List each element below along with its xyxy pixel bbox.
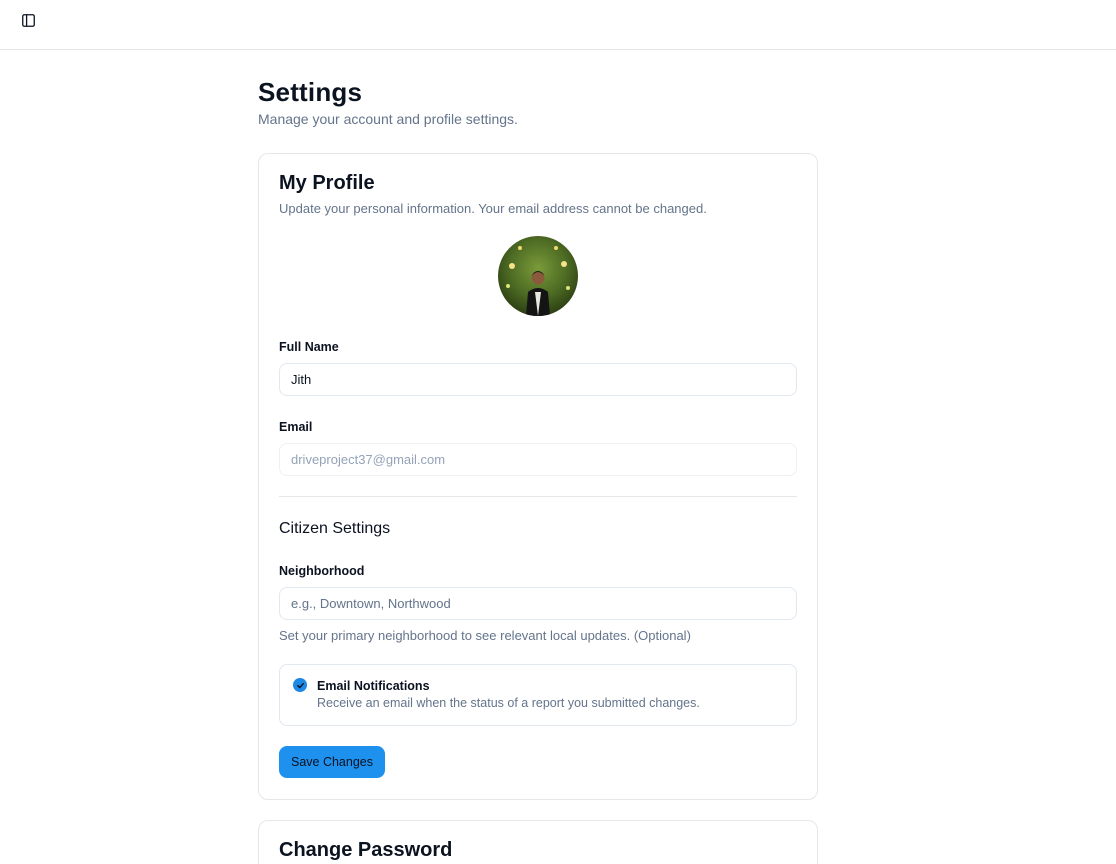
email-notifications-title: Email Notifications	[317, 679, 430, 693]
page-header: Settings Manage your account and profile…	[258, 76, 818, 128]
top-bar	[0, 0, 1116, 50]
neighborhood-input[interactable]	[279, 587, 797, 620]
neighborhood-label: Neighborhood	[279, 564, 365, 578]
email-notifications-option: Email Notifications Receive an email whe…	[279, 664, 797, 726]
avatar[interactable]	[498, 236, 578, 316]
page-title: Settings	[258, 77, 363, 107]
neighborhood-hint: Set your primary neighborhood to see rel…	[279, 628, 691, 643]
check-icon	[296, 682, 304, 688]
section-divider	[279, 496, 797, 497]
full-name-label: Full Name	[279, 340, 339, 354]
change-password-card: Change Password	[258, 820, 818, 864]
save-changes-button[interactable]: Save Changes	[279, 746, 385, 778]
change-password-title: Change Password	[279, 839, 453, 861]
full-name-input[interactable]	[279, 363, 797, 396]
sidebar-toggle-button[interactable]	[18, 13, 38, 33]
profile-card: My Profile Update your personal informat…	[258, 153, 818, 800]
email-notifications-description: Receive an email when the status of a re…	[317, 696, 700, 710]
email-notifications-checkbox[interactable]	[293, 678, 307, 692]
email-label: Email	[279, 420, 313, 434]
citizen-settings-title: Citizen Settings	[279, 520, 391, 537]
sidebar-panel-icon	[21, 14, 35, 32]
profile-card-description: Update your personal information. Your e…	[279, 201, 707, 216]
profile-card-title: My Profile	[279, 172, 375, 194]
email-field	[279, 443, 797, 476]
page-subtitle: Manage your account and profile settings…	[258, 111, 518, 127]
